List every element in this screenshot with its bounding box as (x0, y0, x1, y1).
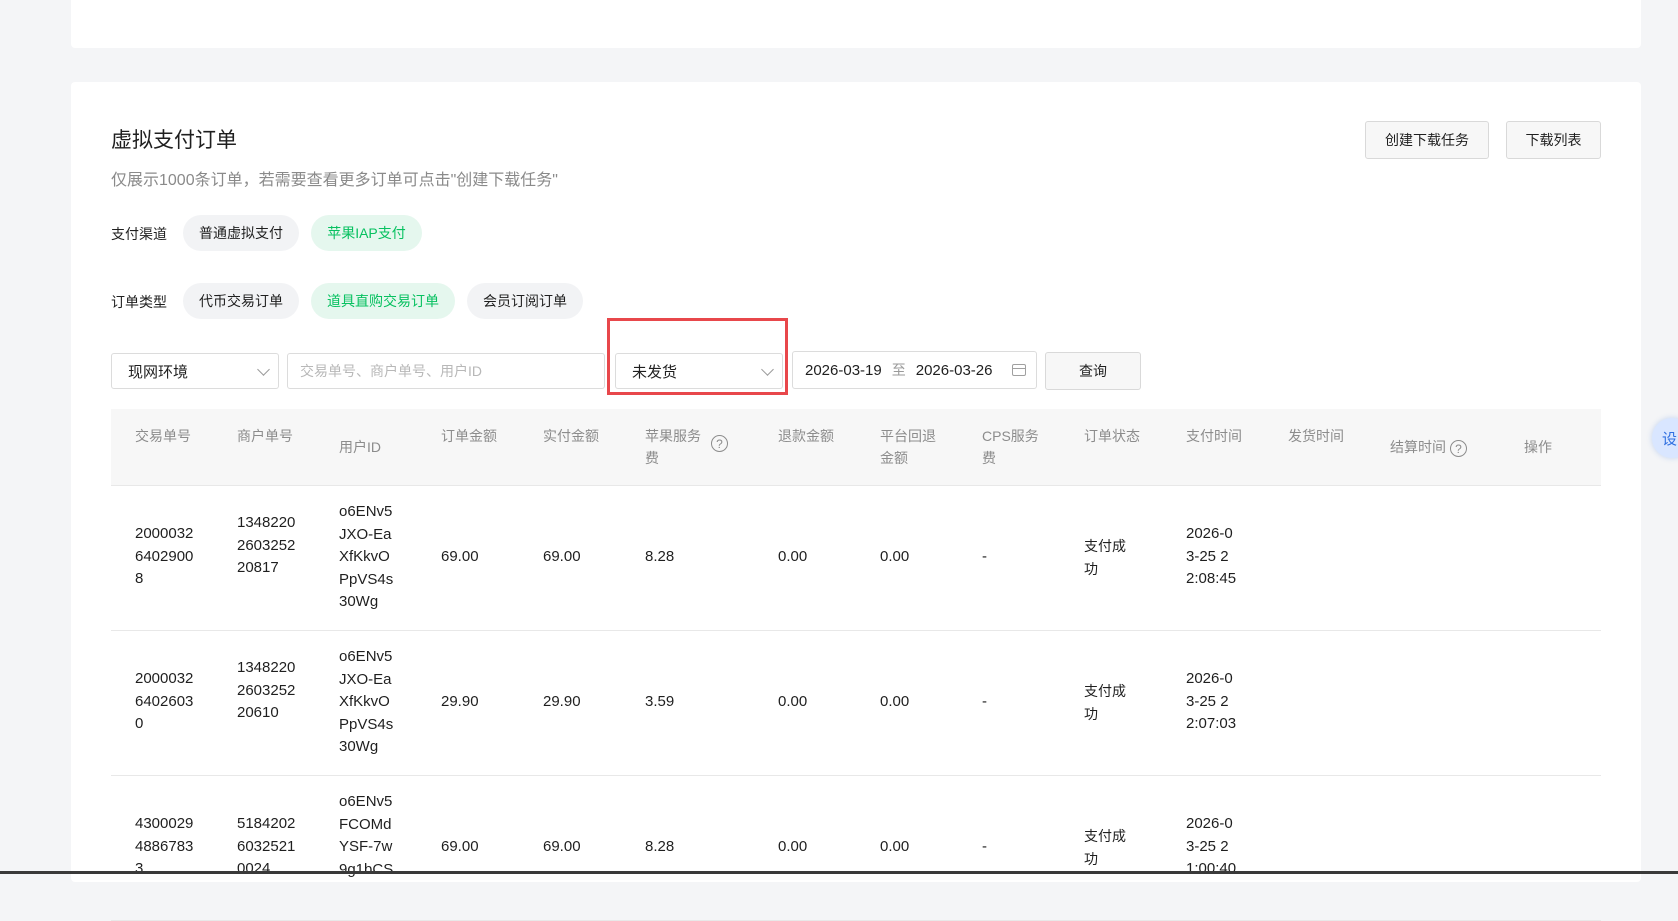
help-icon[interactable]: ? (1450, 440, 1467, 457)
order-type-chip-token[interactable]: 代币交易订单 (183, 283, 299, 319)
side-float-tab-label: 设 (1662, 428, 1677, 449)
date-end: 2026-03-26 (916, 362, 993, 379)
cell-refund-amount: 0.00 (778, 691, 807, 714)
col-header-paid-amount: 实付金额 (543, 425, 609, 447)
channel-label: 支付渠道 (111, 224, 167, 244)
cell-platform-refund: 0.00 (880, 691, 909, 714)
col-header-txn-id: 交易单号 (135, 425, 201, 447)
col-header-ship-time: 发货时间 (1288, 425, 1354, 447)
page-subtitle: 仅展示1000条订单，若需要查看更多订单可点击"创建下载任务" (111, 166, 558, 190)
col-header-apple-fee: 苹果服务费 (645, 425, 711, 469)
date-separator: 至 (892, 360, 906, 380)
cell-cps-fee: - (982, 691, 987, 714)
col-header-status: 订单状态 (1084, 425, 1150, 447)
table-header: 交易单号 商户单号 用户ID 订单金额 实付金额 苹果服务费 ? 退款金额 平台… (111, 409, 1601, 486)
page-title: 虚拟支付订单 (111, 124, 237, 154)
cell-apple-fee: 8.28 (645, 546, 674, 569)
cell-paid-amount: 69.00 (543, 836, 581, 859)
side-float-tab[interactable]: 设 (1652, 418, 1678, 458)
top-card (71, 0, 1641, 48)
cell-cps-fee: - (982, 836, 987, 859)
cell-status: 支付成功 (1084, 535, 1130, 580)
calendar-icon (1012, 364, 1026, 376)
cell-user-id: o6ENv5JXO-EaXfKkvOPpVS4s30Wg (339, 646, 395, 759)
col-header-merchant-id: 商户单号 (237, 425, 303, 447)
col-header-refund-amount: 退款金额 (778, 425, 844, 447)
channel-chip-apple-iap[interactable]: 苹果IAP支付 (311, 215, 422, 251)
query-button[interactable]: 查询 (1045, 352, 1141, 390)
col-header-settle-time: 结算时间? (1390, 436, 1467, 458)
cell-paid-amount: 69.00 (543, 546, 581, 569)
date-range-picker[interactable]: 2026-03-19 至 2026-03-26 (792, 351, 1037, 389)
col-header-settle-time-label: 结算时间 (1390, 439, 1446, 455)
cell-status: 支付成功 (1084, 825, 1130, 870)
col-header-order-amount: 订单金额 (441, 425, 507, 447)
order-type-label: 订单类型 (111, 292, 167, 312)
order-type-chip-item-direct[interactable]: 道具直购交易订单 (311, 283, 455, 319)
table-row: 200003264026030 1348220260325220610 o6EN… (111, 631, 1601, 776)
cell-pay-time: 2026-03-25 22:07:03 (1186, 668, 1240, 736)
cell-apple-fee: 3.59 (645, 691, 674, 714)
table-row: 430002948867833 518420260325210024 o6ENv… (111, 776, 1601, 921)
download-list-button[interactable]: 下载列表 (1506, 121, 1601, 159)
col-header-cps-fee: CPS服务费 (982, 425, 1048, 469)
environment-select[interactable]: 现网环境 (111, 353, 279, 389)
cell-refund-amount: 0.00 (778, 546, 807, 569)
cell-user-id: o6ENv5FCOMdYSF-7w9g1bCS (339, 791, 395, 881)
order-type-chip-membership[interactable]: 会员订阅订单 (467, 283, 583, 319)
cell-merchant-id: 1348220260325220610 (237, 657, 297, 725)
cell-platform-refund: 0.00 (880, 836, 909, 859)
col-header-user-id: 用户ID (339, 436, 381, 458)
col-header-actions: 操作 (1524, 436, 1552, 458)
cell-order-amount: 29.90 (441, 691, 479, 714)
cell-platform-refund: 0.00 (880, 546, 909, 569)
col-header-pay-time: 支付时间 (1186, 425, 1252, 447)
col-header-platform-refund: 平台回退金额 (880, 425, 946, 469)
date-start: 2026-03-19 (805, 362, 882, 379)
cell-txn-id: 200003264029008 (135, 523, 195, 591)
cell-refund-amount: 0.00 (778, 836, 807, 859)
cell-status: 支付成功 (1084, 680, 1130, 725)
cell-order-amount: 69.00 (441, 836, 479, 859)
orders-table: 交易单号 商户单号 用户ID 订单金额 实付金额 苹果服务费 ? 退款金额 平台… (111, 409, 1601, 921)
highlight-box (607, 318, 788, 395)
cell-cps-fee: - (982, 546, 987, 569)
search-input[interactable] (287, 353, 605, 389)
cell-apple-fee: 8.28 (645, 836, 674, 859)
channel-chip-normal[interactable]: 普通虚拟支付 (183, 215, 299, 251)
help-icon[interactable]: ? (711, 435, 728, 452)
cell-order-amount: 69.00 (441, 546, 479, 569)
cell-merchant-id: 1348220260325220817 (237, 512, 297, 580)
table-row: 200003264029008 1348220260325220817 o6EN… (111, 486, 1601, 631)
cell-user-id: o6ENv5JXO-EaXfKkvOPpVS4s30Wg (339, 501, 395, 614)
environment-value: 现网环境 (128, 361, 188, 382)
chevron-down-icon (257, 363, 270, 376)
create-download-task-button[interactable]: 创建下载任务 (1365, 121, 1489, 159)
cell-pay-time: 2026-03-25 22:08:45 (1186, 523, 1240, 591)
cell-paid-amount: 29.90 (543, 691, 581, 714)
cell-txn-id: 200003264026030 (135, 668, 195, 736)
